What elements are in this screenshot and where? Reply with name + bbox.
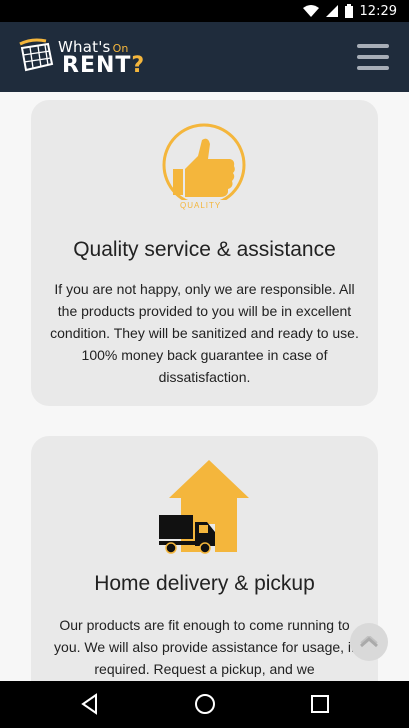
card-title: Quality service & assistance [73,238,336,261]
logo[interactable]: What's On RENT? [18,34,148,82]
content-area[interactable]: QUALITY Quality service & assistance If … [0,92,409,681]
card-body: Our products are fit enough to come runn… [54,617,355,677]
hamburger-menu-icon[interactable] [357,44,389,70]
quality-icon-label: QUALITY [180,201,222,210]
app-header: What's On RENT? [0,22,409,92]
card-body: If you are not happy, only we are respon… [50,281,359,385]
home-icon[interactable] [194,693,216,715]
recents-icon[interactable] [310,693,330,715]
logo-rent: RENT? [62,53,146,78]
wifi-icon [302,5,319,17]
card-title: Home delivery & pickup [94,572,315,595]
status-time: 12:29 [359,3,397,19]
feature-card-quality: QUALITY Quality service & assistance If … [31,100,378,406]
house-truck-icon [157,458,253,558]
signal-icon [325,5,338,17]
status-bar: 12:29 [0,0,409,22]
android-nav-bar [0,681,409,728]
chevron-up-icon [360,636,378,648]
scroll-to-top-button[interactable] [350,623,388,661]
logo-graphic-icon [19,38,54,72]
thumbs-up-quality-icon: QUALITY [156,120,256,224]
battery-icon [344,4,353,18]
back-icon[interactable] [80,693,100,715]
feature-card-delivery: Home delivery & pickup Our products are … [31,436,378,681]
